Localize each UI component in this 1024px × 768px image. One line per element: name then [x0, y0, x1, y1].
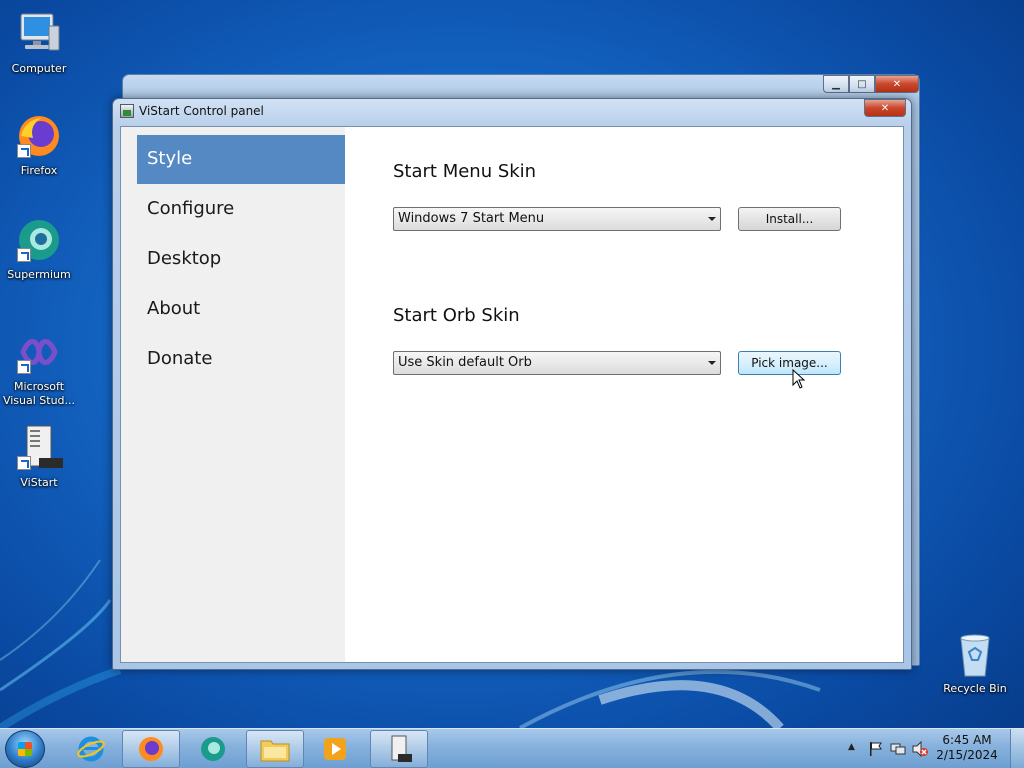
sidebar-item-donate[interactable]: Donate [137, 335, 345, 384]
desktop-icon-computer[interactable]: Computer [1, 10, 77, 76]
firefox-icon [139, 737, 163, 761]
taskbar-firefox[interactable] [122, 730, 180, 768]
taskbar-internet-explorer[interactable] [62, 730, 120, 768]
taskbar-supermium[interactable] [184, 730, 242, 768]
desktop-icon-label: Recycle Bin [943, 682, 1007, 695]
network-icon[interactable] [890, 741, 906, 757]
minimize-button[interactable]: ▁ [823, 75, 849, 93]
desktop-icon-label: Firefox [20, 164, 58, 177]
shortcut-arrow-icon [17, 360, 31, 374]
desktop-icon-label: Computer [11, 62, 67, 75]
chevron-down-icon [708, 361, 716, 365]
close-button[interactable]: ✕ [864, 99, 906, 117]
computer-icon [15, 10, 63, 58]
close-icon: ✕ [880, 102, 890, 114]
start-menu-skin-select[interactable]: Windows 7 Start Menu [393, 207, 721, 231]
sidebar-item-label: Configure [147, 198, 235, 219]
window-titlebar[interactable]: ViStart Control panel ✕ [113, 99, 911, 125]
sidebar: Style Configure Desktop About Donate [121, 127, 345, 662]
sidebar-item-desktop[interactable]: Desktop [137, 235, 345, 284]
supermium-icon [201, 737, 225, 761]
start-menu-skin-heading: Start Menu Skin [393, 161, 537, 182]
supermium-icon [15, 216, 63, 264]
sidebar-item-configure[interactable]: Configure [137, 185, 345, 234]
vistart-app-icon [120, 104, 134, 118]
sidebar-item-label: Style [147, 148, 193, 169]
window-client-area: Style Configure Desktop About Donate Sta… [120, 126, 904, 663]
taskbar-file-explorer[interactable] [246, 730, 304, 768]
media-player-icon [324, 738, 346, 760]
background-window-caption-buttons: ▁ □ ✕ [823, 75, 919, 93]
desktop-icon-label: ViStart [20, 476, 58, 489]
minimize-icon: ▁ [832, 78, 840, 90]
maximize-button[interactable]: □ [849, 75, 875, 93]
start-button[interactable] [5, 730, 45, 768]
action-center-flag-icon[interactable] [868, 741, 884, 757]
tray-expand-icon[interactable]: ▲ [848, 742, 855, 752]
start-orb-skin-select[interactable]: Use Skin default Orb [393, 351, 721, 375]
clock-date: 2/15/2024 [936, 748, 998, 762]
system-tray: ▲ 6:45 AM 2/15/2024 [824, 729, 1024, 768]
shortcut-arrow-icon [17, 144, 31, 158]
clock-time: 6:45 AM [942, 733, 992, 747]
window-title: ViStart Control panel [139, 104, 264, 118]
sidebar-item-style[interactable]: Style [137, 135, 345, 184]
close-button[interactable]: ✕ [875, 75, 919, 93]
mouse-cursor-icon [792, 369, 806, 389]
shortcut-arrow-icon [17, 456, 31, 470]
show-desktop-button[interactable] [1010, 729, 1024, 768]
desktop-icon-visual-studio[interactable]: Microsoft Visual Stud... [1, 328, 77, 408]
firefox-icon [15, 112, 63, 160]
desktop-icon-firefox[interactable]: Firefox [1, 112, 77, 178]
sidebar-item-label: Desktop [147, 248, 222, 269]
desktop-icon-vistart[interactable]: ViStart [1, 424, 77, 490]
desktop-icon-recycle-bin[interactable]: Recycle Bin [937, 630, 1013, 696]
desktop-icon-label: Microsoft Visual Stud... [2, 380, 76, 407]
taskbar-clock[interactable]: 6:45 AM 2/15/2024 [932, 733, 1002, 763]
taskbar-vistart[interactable] [370, 730, 428, 768]
visual-studio-icon [15, 328, 63, 376]
chevron-down-icon [708, 217, 716, 221]
window-caption-buttons: ✕ [864, 99, 906, 117]
folder-icon [260, 740, 290, 762]
desktop-icon-supermium[interactable]: Supermium [1, 216, 77, 282]
start-orb-skin-selected-value: Use Skin default Orb [398, 355, 532, 370]
close-icon: ✕ [892, 78, 902, 90]
pick-image-button[interactable]: Pick image... [738, 351, 841, 375]
maximize-icon: □ [857, 78, 867, 90]
start-menu-skin-selected-value: Windows 7 Start Menu [398, 211, 545, 226]
desktop-icon-label: Supermium [7, 268, 71, 281]
sidebar-item-label: Donate [147, 348, 213, 369]
taskbar-media-player[interactable] [306, 730, 364, 768]
install-skin-button[interactable]: Install... [738, 207, 841, 231]
style-panel: Start Menu Skin Windows 7 Start Menu Ins… [345, 127, 903, 662]
sidebar-item-label: About [147, 298, 201, 319]
sidebar-item-about[interactable]: About [137, 285, 345, 334]
volume-muted-icon[interactable] [912, 741, 928, 757]
start-orb-skin-heading: Start Orb Skin [393, 305, 520, 326]
taskbar: ▲ 6:45 AM 2/15/2024 [0, 728, 1024, 768]
vistart-icon [15, 424, 63, 472]
recycle-bin-icon [951, 630, 999, 678]
shortcut-arrow-icon [17, 248, 31, 262]
internet-explorer-icon [77, 736, 105, 762]
vistart-icon [391, 735, 412, 762]
